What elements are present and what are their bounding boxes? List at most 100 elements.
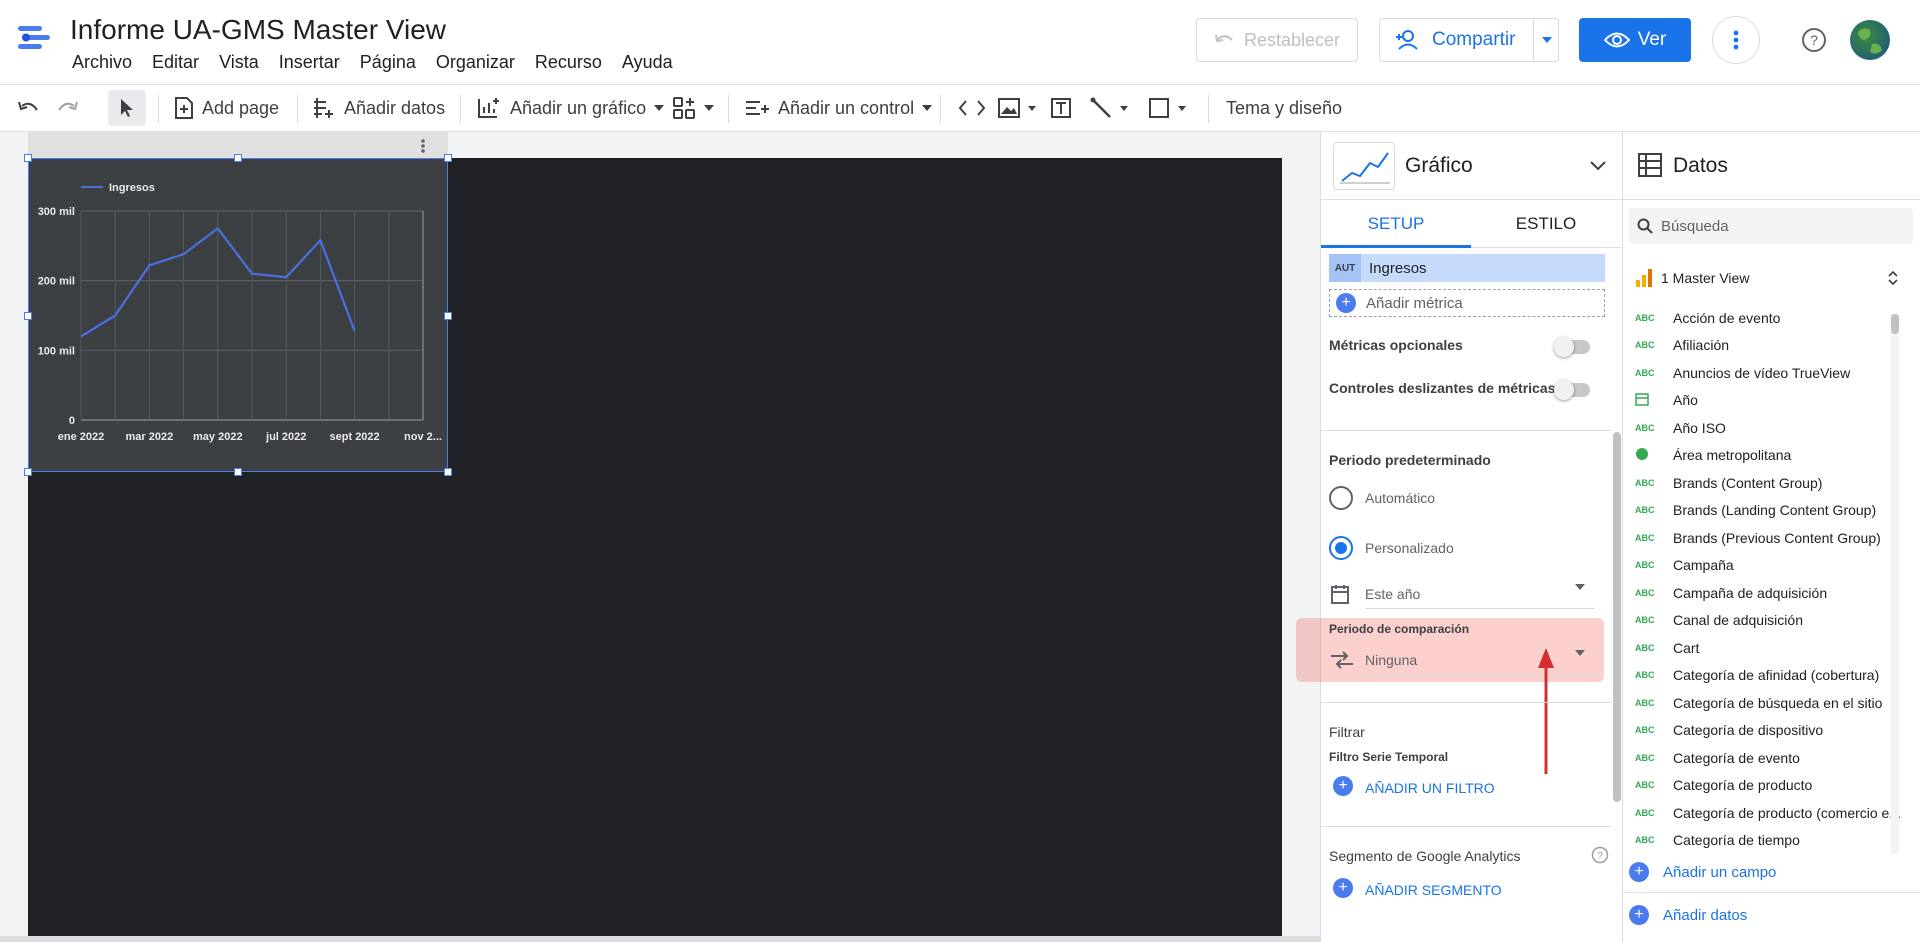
select-tool-button[interactable] xyxy=(108,90,146,126)
radio-custom[interactable] xyxy=(1329,536,1353,560)
field-item[interactable]: ABC Año ISO xyxy=(1623,414,1911,442)
field-name: Afiliación xyxy=(1673,337,1730,354)
share-dropdown-button[interactable] xyxy=(1533,18,1559,62)
field-name: Categoría de búsqueda en el sitio xyxy=(1673,694,1883,711)
resize-handle[interactable] xyxy=(444,312,452,320)
field-item[interactable]: ABC Acción de evento xyxy=(1623,304,1911,332)
red-arrow-annotation xyxy=(1538,648,1554,774)
page-scrollbar[interactable] xyxy=(0,936,1320,942)
caret-down-icon[interactable] xyxy=(1575,650,1585,656)
menu-vista[interactable]: Vista xyxy=(209,52,269,73)
field-item[interactable]: Área metropolitana xyxy=(1623,442,1911,470)
view-button[interactable]: Ver xyxy=(1579,18,1691,62)
theme-layout-label: Tema y diseño xyxy=(1226,97,1343,118)
add-data-button[interactable]: Añadir datos xyxy=(312,85,445,131)
chevron-down-icon[interactable] xyxy=(1589,160,1607,172)
more-options-button[interactable] xyxy=(1712,16,1760,64)
field-item[interactable]: ABC Brands (Content Group) xyxy=(1623,469,1911,497)
panel-add-data-button[interactable]: + Añadir datos xyxy=(1629,905,1747,925)
field-item[interactable]: ABC Brands (Previous Content Group) xyxy=(1623,524,1911,552)
add-filter-button[interactable]: AÑADIR UN FILTRO xyxy=(1365,780,1495,796)
filter-subtitle: Filtro Serie Temporal xyxy=(1329,750,1449,764)
field-item[interactable]: ABC Categoría de tiempo xyxy=(1623,827,1911,855)
field-item[interactable]: ABC Afiliación xyxy=(1623,332,1911,360)
add-segment-icon[interactable]: + xyxy=(1333,878,1353,898)
tab-style[interactable]: ESTILO xyxy=(1471,214,1621,234)
chart-type-selector[interactable] xyxy=(1333,142,1395,190)
optional-metrics-label: Métricas opcionales xyxy=(1329,337,1463,353)
field-item[interactable]: ABC Categoría de afinidad (cobertura) xyxy=(1623,662,1911,690)
resize-handle[interactable] xyxy=(24,154,32,162)
redo-button[interactable] xyxy=(56,85,80,131)
add-page-button[interactable]: Add page xyxy=(174,85,279,131)
field-item[interactable]: ABC Cart xyxy=(1623,634,1911,662)
resize-handle[interactable] xyxy=(444,154,452,162)
data-source-row[interactable]: 1 Master View xyxy=(1635,268,1749,288)
field-item[interactable]: ABC Categoría de evento xyxy=(1623,744,1911,772)
line-button[interactable] xyxy=(1090,85,1128,131)
dropdown-underline xyxy=(1365,608,1595,609)
optional-metrics-toggle[interactable] xyxy=(1554,337,1590,357)
avatar[interactable] xyxy=(1850,20,1890,60)
menu-recurso[interactable]: Recurso xyxy=(525,52,612,73)
resize-handle[interactable] xyxy=(234,468,242,476)
collapse-icon[interactable] xyxy=(1887,270,1899,286)
add-metric-button[interactable]: + Añadir métrica xyxy=(1329,289,1605,317)
chart-more-icon[interactable] xyxy=(420,138,426,154)
field-search-input[interactable]: Búsqueda xyxy=(1629,208,1913,244)
add-filter-icon[interactable]: + xyxy=(1333,776,1353,796)
text-type-icon: ABC xyxy=(1635,642,1655,653)
undo-button[interactable] xyxy=(16,85,40,131)
help-button[interactable]: ? xyxy=(1798,24,1830,56)
field-item[interactable]: ABC Categoría de dispositivo xyxy=(1623,717,1911,745)
help-icon[interactable]: ? xyxy=(1591,846,1609,864)
caret-down-icon xyxy=(1028,105,1036,111)
menu-pagina[interactable]: Página xyxy=(350,52,426,73)
field-item[interactable]: ABC Categoría de producto (comercio e... xyxy=(1623,799,1911,827)
metric-sliders-toggle[interactable] xyxy=(1554,380,1590,400)
field-item[interactable]: ABC Anuncios de vídeo TrueView xyxy=(1623,359,1911,387)
embed-url-button[interactable] xyxy=(958,85,986,131)
data-table-icon xyxy=(1638,153,1662,177)
menu-archivo[interactable]: Archivo xyxy=(62,52,142,73)
field-item[interactable]: ABC Campaña de adquisición xyxy=(1623,579,1911,607)
add-control-button[interactable]: Añadir un control xyxy=(744,85,933,131)
field-item[interactable]: ABC Categoría de búsqueda en el sitio xyxy=(1623,689,1911,717)
field-item[interactable]: ABC Brands (Landing Content Group) xyxy=(1623,497,1911,525)
resize-handle[interactable] xyxy=(24,468,32,476)
metric-chip[interactable]: AUT Ingresos xyxy=(1329,254,1605,282)
reset-button[interactable]: Restablecer xyxy=(1196,18,1358,62)
menu-organizar[interactable]: Organizar xyxy=(426,52,525,73)
text-button[interactable] xyxy=(1050,85,1072,131)
share-button[interactable]: Compartir xyxy=(1379,18,1559,62)
add-chart-button[interactable]: Añadir un gráfico xyxy=(476,85,665,131)
community-viz-button[interactable] xyxy=(672,85,714,131)
caret-down-icon xyxy=(654,105,665,111)
add-segment-button[interactable]: AÑADIR SEGMENTO xyxy=(1365,882,1502,898)
resize-handle[interactable] xyxy=(444,468,452,476)
period-dropdown[interactable]: Este año xyxy=(1365,586,1420,602)
menu-editar[interactable]: Editar xyxy=(142,52,209,73)
field-item[interactable]: ABC Canal de adquisición xyxy=(1623,607,1911,635)
report-title[interactable]: Informe UA-GMS Master View xyxy=(70,14,446,46)
field-item[interactable]: ABC Categoría de producto xyxy=(1623,772,1911,800)
tab-setup[interactable]: SETUP xyxy=(1321,214,1471,234)
caret-down-icon[interactable] xyxy=(1575,584,1585,590)
panel-scrollbar[interactable] xyxy=(1613,432,1621,802)
menu-ayuda[interactable]: Ayuda xyxy=(612,52,683,73)
shape-button[interactable] xyxy=(1148,85,1186,131)
menu-insertar[interactable]: Insertar xyxy=(269,52,350,73)
resize-handle[interactable] xyxy=(24,312,32,320)
time-series-chart[interactable]: 0 100 mil 200 mil 300 mil ene 2022 mar 2022 ma… xyxy=(28,158,448,472)
field-item[interactable]: ABC Campaña xyxy=(1623,552,1911,580)
image-button[interactable] xyxy=(998,85,1036,131)
radio-automatic[interactable] xyxy=(1329,486,1353,510)
field-name: Acción de evento xyxy=(1673,309,1781,326)
add-field-button[interactable]: + Añadir un campo xyxy=(1629,862,1776,882)
looker-studio-logo[interactable] xyxy=(16,20,52,56)
resize-handle[interactable] xyxy=(234,154,242,162)
field-item[interactable]: Año xyxy=(1623,387,1911,415)
theme-layout-button[interactable]: Tema y diseño xyxy=(1226,85,1342,131)
field-list-scrollbar[interactable] xyxy=(1891,314,1899,334)
comparison-dropdown[interactable]: Ninguna xyxy=(1365,652,1417,668)
